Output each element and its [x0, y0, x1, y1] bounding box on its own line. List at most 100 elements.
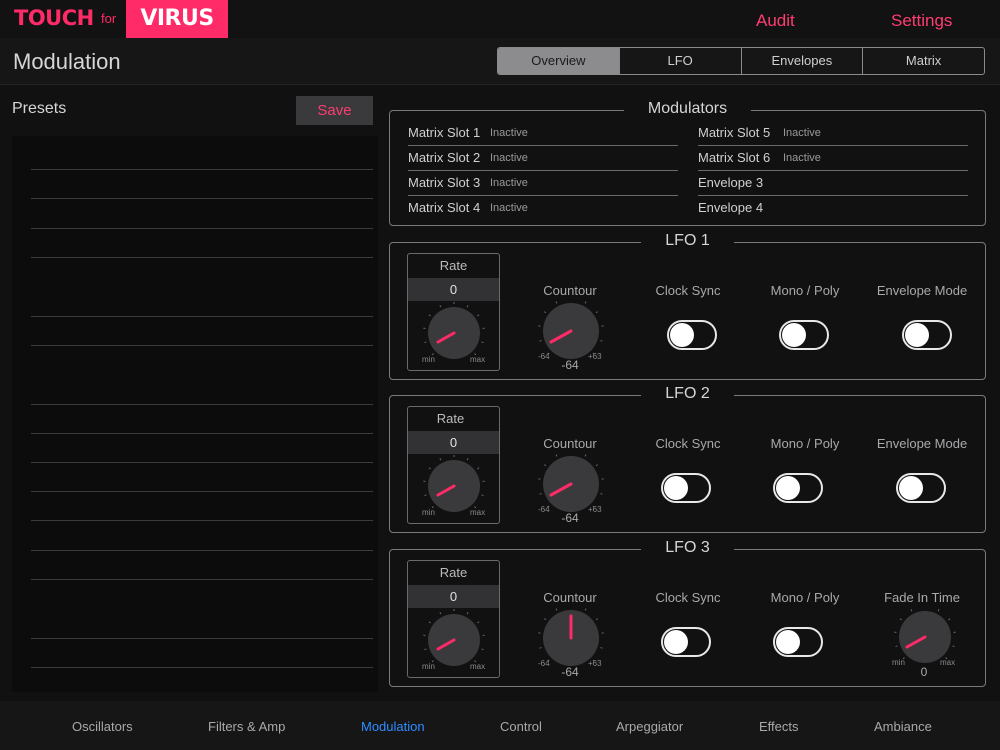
- modulator-state: Inactive: [783, 152, 821, 164]
- nav-modulation[interactable]: Modulation: [361, 719, 425, 734]
- contour-min-label: -64: [538, 659, 550, 668]
- knob-tick: [584, 608, 587, 611]
- fade-in-time-knob[interactable]: min max: [892, 608, 958, 668]
- rate-knob[interactable]: min max: [417, 455, 492, 517]
- list-item-divider: [31, 316, 373, 317]
- clock-sync-toggle[interactable]: [661, 627, 711, 657]
- modulators-panel: Modulators Matrix Slot 1 Inactive Matrix…: [389, 100, 986, 226]
- tab-matrix[interactable]: Matrix: [863, 48, 984, 74]
- mono-poly-toggle[interactable]: [779, 320, 829, 350]
- mono-poly-toggle[interactable]: [773, 627, 823, 657]
- tab-lfo[interactable]: LFO: [620, 48, 742, 74]
- knob-tick: [584, 454, 587, 457]
- modulator-matrix-slot-5[interactable]: Matrix Slot 5 Inactive: [698, 121, 968, 146]
- lfo-title: LFO 1: [641, 232, 734, 249]
- rate-control: Rate 0 min max: [407, 560, 500, 678]
- envelope-mode-toggle[interactable]: [896, 473, 946, 503]
- save-button[interactable]: Save: [296, 96, 373, 125]
- knob-tick: [539, 340, 542, 342]
- rate-control: Rate 0 min max: [407, 406, 500, 524]
- modulator-matrix-slot-2[interactable]: Matrix Slot 2 Inactive: [408, 146, 678, 171]
- logo-touch: TOUCH: [14, 6, 94, 30]
- knob-tick: [595, 618, 598, 621]
- rate-value-field[interactable]: 0: [408, 585, 499, 608]
- nav-arpeggiator[interactable]: Arpeggiator: [616, 719, 683, 734]
- knob-tick: [428, 621, 431, 624]
- nav-ambiance[interactable]: Ambiance: [874, 719, 932, 734]
- app-window: TOUCH for VIRUS Audit Settings Modulatio…: [0, 0, 1000, 750]
- knob-tick: [544, 464, 547, 467]
- contour-value: -64: [561, 358, 579, 372]
- nav-effects[interactable]: Effects: [759, 719, 799, 734]
- knob-tick: [466, 305, 469, 308]
- contour-max-label: +63: [588, 352, 602, 361]
- contour-knob[interactable]: -64 +63: [532, 608, 610, 668]
- contour-knob[interactable]: -64 +63: [532, 454, 610, 514]
- rate-knob[interactable]: min max: [417, 609, 492, 671]
- list-item-divider: [31, 433, 373, 434]
- modulator-matrix-slot-6[interactable]: Matrix Slot 6 Inactive: [698, 146, 968, 171]
- lfo2-panel: LFO 2 Rate 0 min max Countour -64 +63 -6…: [389, 385, 986, 533]
- presets-title: Presets: [12, 100, 67, 117]
- knob-tick: [439, 305, 442, 308]
- knob-tick: [539, 647, 542, 649]
- modulator-state: Inactive: [783, 127, 821, 139]
- tab-envelopes[interactable]: Envelopes: [742, 48, 864, 74]
- clock-sync-toggle[interactable]: [661, 473, 711, 503]
- modulator-state: Inactive: [490, 177, 528, 189]
- rate-min-label: min: [422, 355, 435, 364]
- settings-button[interactable]: Settings: [891, 11, 952, 31]
- knob-tick: [481, 341, 484, 344]
- rate-label: Rate: [436, 411, 465, 426]
- modulator-matrix-slot-4[interactable]: Matrix Slot 4 Inactive: [408, 196, 678, 221]
- tab-overview[interactable]: Overview: [498, 48, 620, 74]
- knob-tick: [584, 301, 587, 304]
- modulator-matrix-slot-3[interactable]: Matrix Slot 3 Inactive: [408, 171, 678, 196]
- modulator-matrix-slot-1[interactable]: Matrix Slot 1 Inactive: [408, 121, 678, 146]
- page-title: Modulation: [13, 49, 121, 74]
- lfo1-panel: LFO 1 Rate 0 min max Countour -64 +63 -6…: [389, 232, 986, 380]
- presets-list[interactable]: [12, 136, 378, 692]
- envelope-mode-label: Envelope Mode: [876, 283, 968, 298]
- modulator-state: Inactive: [490, 152, 528, 164]
- envelope-mode-toggle[interactable]: [902, 320, 952, 350]
- logo-for: for: [101, 11, 117, 26]
- knob-tick: [424, 494, 427, 497]
- clock-sync-toggle[interactable]: [667, 320, 717, 350]
- modulator-envelope-3[interactable]: Envelope 3: [698, 171, 968, 196]
- fade-min-label: min: [892, 658, 905, 667]
- list-item-divider: [31, 638, 373, 639]
- rate-min-label: min: [422, 662, 435, 671]
- contour-knob[interactable]: -64 +63: [532, 301, 610, 361]
- list-item-divider: [31, 404, 373, 405]
- mono-poly-label: Mono / Poly: [770, 590, 840, 605]
- modulator-state: Inactive: [490, 127, 528, 139]
- list-item-divider: [31, 169, 373, 170]
- list-item-divider: [31, 198, 373, 199]
- modulator-name: Matrix Slot 3: [408, 175, 481, 190]
- rate-value-field[interactable]: 0: [408, 278, 499, 301]
- knob-tick: [910, 609, 913, 612]
- rate-knob[interactable]: min max: [417, 302, 492, 364]
- modulator-envelope-4[interactable]: Envelope 4: [698, 196, 968, 221]
- lfo-title: LFO 3: [641, 539, 734, 556]
- nav-oscillators[interactable]: Oscillators: [72, 719, 133, 734]
- contour-value: -64: [561, 665, 579, 679]
- contour-label: Countour: [543, 283, 597, 298]
- nav-filters-amp[interactable]: Filters & Amp: [208, 719, 285, 734]
- rate-value-field[interactable]: 0: [408, 431, 499, 454]
- list-item-divider: [31, 520, 373, 521]
- contour-value: -64: [561, 511, 579, 525]
- nav-control[interactable]: Control: [500, 719, 542, 734]
- mono-poly-toggle[interactable]: [773, 473, 823, 503]
- knob-tick: [600, 647, 603, 649]
- clock-sync-label: Clock Sync: [655, 436, 721, 451]
- knob-tick: [544, 311, 547, 314]
- modulator-name: Matrix Slot 2: [408, 150, 481, 165]
- knob-tick: [595, 464, 598, 467]
- fade-in-time-value: 0: [920, 665, 928, 679]
- audit-button[interactable]: Audit: [756, 11, 795, 31]
- knob-tick: [428, 314, 431, 317]
- rate-max-label: max: [470, 508, 485, 517]
- modulator-name: Matrix Slot 1: [408, 125, 481, 140]
